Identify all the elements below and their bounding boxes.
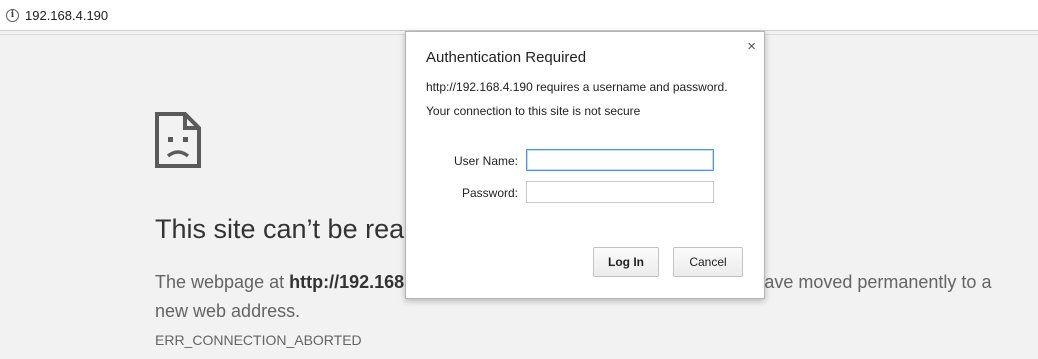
username-label: User Name: [453,154,518,168]
browser-window: i 192.168.4.190 This site can’t be reach… [0,0,1038,359]
error-desc-prefix: The webpage at [155,272,290,292]
address-bar[interactable]: i 192.168.4.190 [0,0,1038,31]
info-icon[interactable]: i [6,9,19,22]
address-url[interactable]: 192.168.4.190 [25,8,108,23]
error-code: ERR_CONNECTION_ABORTED [155,332,362,348]
username-input[interactable] [526,149,714,171]
auth-dialog: × Authentication Required http://192.168… [405,31,765,299]
login-button[interactable]: Log In [593,247,659,277]
security-note: Your connection to this site is not secu… [426,104,641,118]
close-icon[interactable]: × [747,38,756,55]
password-input[interactable] [526,181,714,203]
sad-page-icon [155,112,201,168]
dialog-title: Authentication Required [426,49,587,66]
cancel-button[interactable]: Cancel [673,247,743,277]
password-label: Password: [461,186,518,200]
dialog-message: http://192.168.4.190 requires a username… [426,80,728,94]
